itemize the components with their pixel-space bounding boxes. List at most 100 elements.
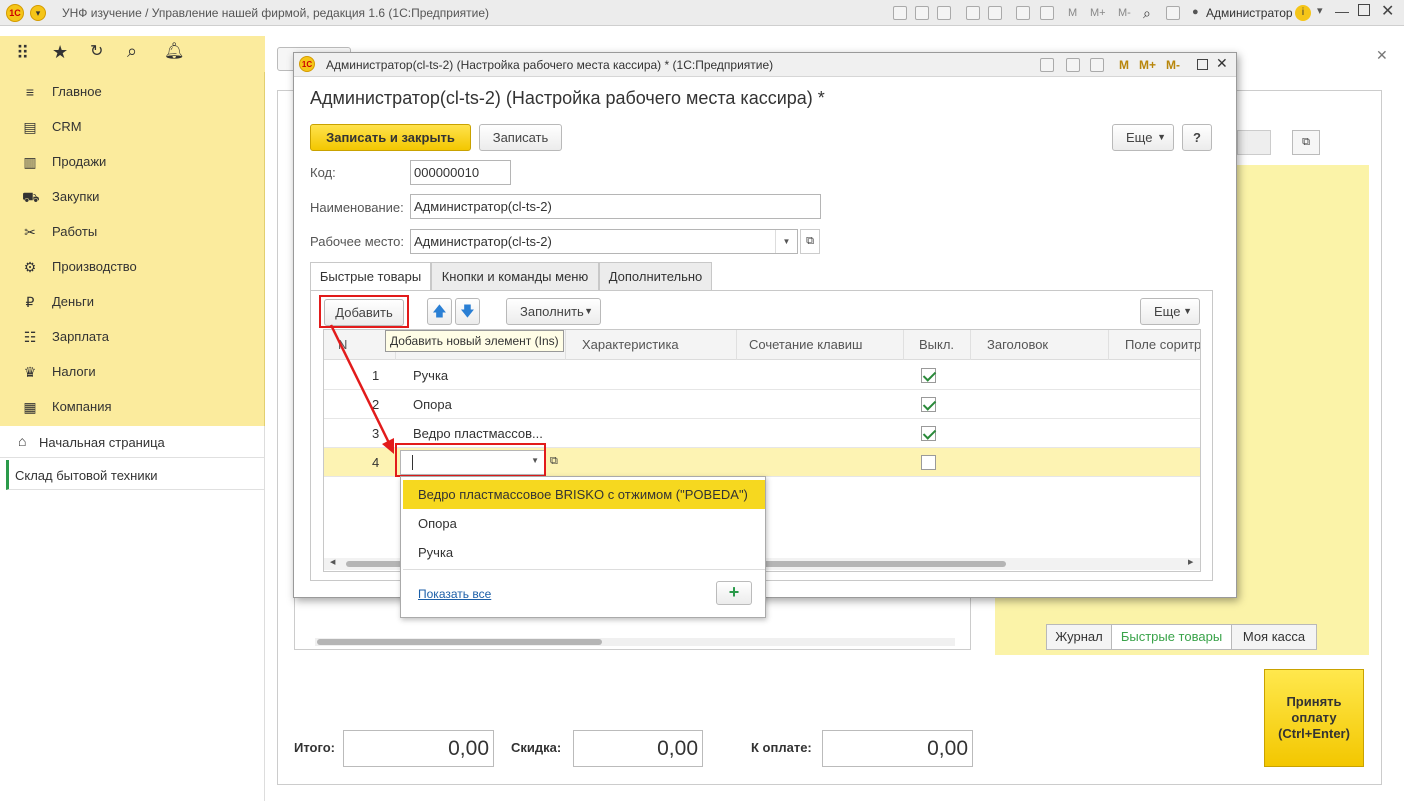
open-page-home[interactable]: ⌂ Начальная страница bbox=[0, 426, 264, 458]
off-checkbox[interactable] bbox=[921, 397, 936, 412]
search-icon[interactable]: ⌕ bbox=[127, 42, 137, 60]
total-field[interactable]: 0,00 bbox=[343, 730, 494, 767]
column-characteristic[interactable]: Характеристика bbox=[566, 330, 737, 360]
main-menu-icon[interactable]: ▾ bbox=[30, 5, 46, 21]
open-external-icon[interactable]: ⧉ bbox=[550, 455, 558, 468]
table-row[interactable]: 1 Ручка bbox=[324, 361, 1200, 390]
sidebar-item-label: Работы bbox=[52, 224, 98, 239]
apps-grid-icon[interactable]: ⠿ bbox=[16, 44, 29, 62]
tab-quick-goods[interactable]: Быстрые товары bbox=[1111, 624, 1232, 650]
off-checkbox[interactable] bbox=[921, 426, 936, 441]
maximize-icon[interactable] bbox=[1358, 4, 1370, 16]
bg-toolbar-button[interactable] bbox=[1237, 130, 1271, 155]
close-icon[interactable]: ✕ bbox=[1381, 1, 1394, 21]
maximize-icon[interactable] bbox=[1197, 59, 1208, 70]
sidebar-item-works[interactable]: ✂ Работы bbox=[0, 214, 265, 249]
table-row[interactable]: 2 Опора bbox=[324, 390, 1200, 419]
scroll-left-icon[interactable]: ◀ bbox=[330, 558, 335, 566]
tab-journal[interactable]: Журнал bbox=[1046, 624, 1112, 650]
dropdown-item[interactable]: Ручка bbox=[403, 538, 765, 567]
tab-buttons-commands[interactable]: Кнопки и команды меню bbox=[431, 262, 599, 290]
workplace-label: Рабочее место: bbox=[310, 234, 405, 249]
open-external-icon[interactable]: ⧉ bbox=[1292, 130, 1320, 155]
dropdown-item[interactable]: Ведро пластмассовое BRISKO с отжимом ("P… bbox=[403, 480, 765, 509]
history-icon[interactable]: ↻ bbox=[90, 43, 103, 61]
calculator-icon[interactable] bbox=[1066, 58, 1080, 72]
close-page-icon[interactable]: ✕ bbox=[1376, 47, 1388, 64]
print-icon[interactable] bbox=[1040, 58, 1054, 72]
favorites-star-icon[interactable]: ★ bbox=[52, 43, 68, 61]
bg-scrollbar[interactable] bbox=[315, 638, 955, 646]
discount-field[interactable]: 0,00 bbox=[573, 730, 703, 767]
name-field[interactable]: Администратор(cl-ts-2) bbox=[410, 194, 821, 219]
accept-payment-button[interactable]: Принять оплату (Ctrl+Enter) bbox=[1264, 669, 1364, 767]
column-off[interactable]: Выкл. bbox=[904, 330, 971, 360]
sidebar-item-salary[interactable]: ☷ Зарплата bbox=[0, 319, 265, 354]
dialog-heading: Администратор(cl-ts-2) (Настройка рабоче… bbox=[310, 88, 825, 108]
column-title[interactable]: Заголовок bbox=[971, 330, 1109, 360]
help-button[interactable]: ? bbox=[1182, 124, 1212, 151]
memory-minus-button[interactable]: M- bbox=[1118, 7, 1131, 19]
info-icon[interactable]: i bbox=[1295, 5, 1311, 21]
arrow-up-icon[interactable]: 🡅 bbox=[427, 298, 452, 325]
show-all-link[interactable]: Показать все bbox=[418, 587, 491, 601]
chevron-down-icon[interactable]: ▾ bbox=[1317, 4, 1323, 17]
sidebar-item-taxes[interactable]: ♛ Налоги bbox=[0, 354, 265, 389]
sidebar-item-crm[interactable]: ▤ CRM bbox=[0, 109, 265, 144]
arrow-down-icon[interactable]: 🡇 bbox=[455, 298, 480, 325]
preview-icon[interactable] bbox=[937, 6, 951, 20]
scroll-right-icon[interactable]: ▶ bbox=[1188, 558, 1193, 566]
minimize-icon[interactable]: — bbox=[1335, 3, 1349, 19]
sidebar-item-money[interactable]: ₽ Деньги bbox=[0, 284, 265, 319]
tab-additional[interactable]: Дополнительно bbox=[599, 262, 712, 290]
sidebar-item-label: CRM bbox=[52, 119, 82, 134]
plus-icon[interactable]: + bbox=[716, 581, 752, 605]
due-field[interactable]: 0,00 bbox=[822, 730, 973, 767]
close-icon[interactable]: ✕ bbox=[1216, 55, 1228, 72]
zoom-icon[interactable]: ⌕ bbox=[1143, 5, 1151, 22]
print-icon[interactable] bbox=[915, 6, 929, 20]
user-icon: ● bbox=[1192, 6, 1199, 18]
tab-my-cashbox[interactable]: Моя касса bbox=[1231, 624, 1317, 650]
crm-icon: ▤ bbox=[23, 119, 37, 135]
save-icon[interactable] bbox=[893, 6, 907, 20]
open-external-icon[interactable]: ⧉ bbox=[800, 229, 820, 254]
column-sort[interactable]: Поле соритро bbox=[1109, 330, 1200, 360]
calculator-icon[interactable] bbox=[1016, 6, 1030, 20]
sidebar-sections: ≡ Главное ▤ CRM ▥ Продажи ⛟ Закупки ✂ Работы … bbox=[0, 72, 265, 426]
open-page-warehouse[interactable]: Склад бытовой техники bbox=[6, 460, 264, 490]
chevron-down-icon[interactable]: ▼ bbox=[775, 230, 797, 253]
memory-minus-button[interactable]: M- bbox=[1166, 58, 1180, 72]
memory-plus-button[interactable]: M+ bbox=[1139, 58, 1156, 72]
workplace-field[interactable]: Администратор(cl-ts-2) ▼ bbox=[410, 229, 798, 254]
sidebar-item-purchases[interactable]: ⛟ Закупки bbox=[0, 179, 265, 214]
off-checkbox[interactable] bbox=[921, 368, 936, 383]
panels-icon[interactable] bbox=[1166, 6, 1180, 20]
bell-icon[interactable]: 🔔︎ bbox=[164, 43, 184, 61]
column-shortcut[interactable]: Сочетание клавиш bbox=[737, 330, 904, 360]
sidebar-item-sales[interactable]: ▥ Продажи bbox=[0, 144, 265, 179]
sidebar-item-company[interactable]: ▦ Компания bbox=[0, 389, 265, 424]
memory-plus-button[interactable]: M+ bbox=[1090, 7, 1106, 19]
memory-m-button[interactable]: M bbox=[1068, 7, 1077, 19]
code-field[interactable]: 000000010 bbox=[410, 160, 511, 185]
link-icon[interactable] bbox=[988, 6, 1002, 20]
memory-m-button[interactable]: M bbox=[1119, 58, 1129, 72]
dropdown-item[interactable]: Опора bbox=[403, 509, 765, 538]
save-button[interactable]: Записать bbox=[479, 124, 562, 151]
upload-icon[interactable] bbox=[966, 6, 980, 20]
off-checkbox[interactable] bbox=[921, 455, 936, 470]
sidebar-item-main[interactable]: ≡ Главное bbox=[0, 74, 265, 109]
calendar-icon[interactable] bbox=[1040, 6, 1054, 20]
table-more-button[interactable]: Еще ▼ bbox=[1140, 298, 1200, 325]
more-button[interactable]: Еще ▼ bbox=[1112, 124, 1174, 151]
sidebar-item-production[interactable]: ⚙ Производство bbox=[0, 249, 265, 284]
sidebar-item-label: Налоги bbox=[52, 364, 96, 379]
user-name[interactable]: Администратор bbox=[1206, 6, 1293, 20]
fill-label: Заполнить bbox=[520, 304, 584, 319]
calendar-icon[interactable] bbox=[1090, 58, 1104, 72]
tab-quick-goods[interactable]: Быстрые товары bbox=[310, 262, 431, 291]
save-and-close-button[interactable]: Записать и закрыть bbox=[310, 124, 471, 151]
fill-button[interactable]: Заполнить ▼ bbox=[506, 298, 601, 325]
salary-icon: ☷ bbox=[23, 329, 37, 345]
